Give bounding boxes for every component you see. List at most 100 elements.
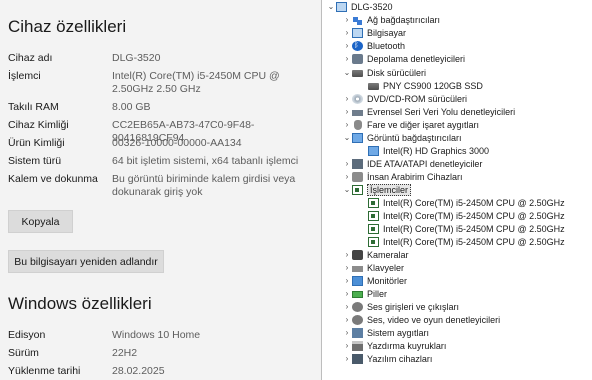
- chevron-down-icon[interactable]: ⌄: [342, 185, 352, 194]
- display-adapter-icon: [368, 145, 379, 156]
- tree-item-label: Yazdırma kuyrukları: [367, 340, 447, 351]
- display-adapter-icon: [352, 132, 363, 143]
- tree-item-monitors[interactable]: › Monitörler: [342, 274, 407, 287]
- tree-item-processors[interactable]: ⌄ İşlemciler: [342, 183, 412, 196]
- chevron-down-icon[interactable]: ⌄: [342, 68, 352, 77]
- battery-icon: [352, 290, 363, 298]
- chevron-right-icon[interactable]: ›: [342, 15, 352, 24]
- chevron-right-icon[interactable]: ›: [342, 107, 352, 116]
- tree-item-label: Yazılım cihazları: [367, 353, 433, 364]
- tree-item-mouse[interactable]: › Fare ve diğer işaret aygıtları: [342, 118, 479, 131]
- chevron-right-icon[interactable]: ›: [342, 354, 352, 363]
- chevron-right-icon[interactable]: ›: [342, 120, 352, 129]
- bluetooth-icon: [352, 40, 363, 51]
- spec-key: Kalem ve dokunma: [8, 173, 98, 185]
- disk-drive-icon: [368, 83, 379, 90]
- tree-item-label: Disk sürücüleri: [367, 67, 427, 78]
- spec-key: Sistem türü: [8, 155, 62, 167]
- processor-icon: [368, 223, 379, 234]
- tree-item-disk-drives[interactable]: ⌄ Disk sürücüleri: [342, 66, 426, 79]
- spec-key: Cihaz Kimliği: [8, 119, 69, 131]
- tree-child-cpu-3[interactable]: Intel(R) Core(TM) i5-2450M CPU @ 2.50GHz: [368, 235, 565, 248]
- tree-child-cpu-2[interactable]: Intel(R) Core(TM) i5-2450M CPU @ 2.50GHz: [368, 222, 565, 235]
- tree-item-label: Ses, video ve oyun denetleyicileri: [367, 314, 501, 325]
- tree-item-label: İşlemciler: [367, 183, 412, 196]
- chevron-right-icon[interactable]: ›: [342, 159, 352, 168]
- tree-item-label: Bilgisayar: [367, 27, 407, 38]
- tree-item-usb[interactable]: › Evrensel Seri Veri Yolu denetleyiciler…: [342, 105, 515, 118]
- spec-key: Ürün Kimliği: [8, 137, 65, 149]
- spec-key: Edisyon: [8, 329, 46, 341]
- network-icon: [352, 14, 363, 25]
- tree-item-label: Sistem aygıtları: [367, 327, 430, 338]
- print-queue-icon: [352, 340, 363, 351]
- tree-item-sound-controllers[interactable]: › Ses, video ve oyun denetleyicileri: [342, 313, 500, 326]
- tree-item-label: Piller: [367, 288, 388, 299]
- chevron-down-icon[interactable]: ⌄: [342, 133, 352, 142]
- chevron-right-icon[interactable]: ›: [342, 341, 352, 350]
- chevron-right-icon[interactable]: ›: [342, 172, 352, 181]
- tree-item-network[interactable]: › Ağ bağdaştırıcıları: [342, 13, 440, 26]
- tree-root[interactable]: ⌄ DLG-3520: [326, 0, 393, 13]
- tree-item-audio-io[interactable]: › Ses girişleri ve çıkışları: [342, 300, 459, 313]
- chevron-right-icon[interactable]: ›: [342, 302, 352, 311]
- spec-value: 64 bit işletim sistemi, x64 tabanlı işle…: [112, 155, 299, 167]
- tree-item-storage-controllers[interactable]: › Depolama denetleyicileri: [342, 52, 465, 65]
- device-specs-title: Cihaz özellikleri: [8, 17, 127, 36]
- chevron-right-icon[interactable]: ›: [342, 250, 352, 259]
- rename-pc-button[interactable]: Bu bilgisayarı yeniden adlandır: [8, 250, 164, 273]
- tree-item-print-queues[interactable]: › Yazdırma kuyrukları: [342, 339, 446, 352]
- keyboard-icon: [352, 265, 363, 272]
- chevron-right-icon[interactable]: ›: [342, 54, 352, 63]
- ide-icon: [352, 158, 363, 169]
- chevron-right-icon[interactable]: ›: [342, 315, 352, 324]
- chevron-right-icon[interactable]: ›: [342, 289, 352, 298]
- tree-item-label: Monitörler: [367, 275, 408, 286]
- computer-icon: [336, 1, 347, 12]
- tree-item-label: Ses girişleri ve çıkışları: [367, 301, 460, 312]
- tree-item-software-devices[interactable]: › Yazılım cihazları: [342, 352, 432, 365]
- tree-item-label: DVD/CD-ROM sürücüleri: [367, 93, 468, 104]
- tree-item-label: Kameralar: [367, 249, 409, 260]
- spec-value: Intel(R) Core(TM) i5-2450M CPU @ 2.50GHz…: [112, 70, 280, 95]
- tree-item-label: Ağ bağdaştırıcıları: [367, 14, 441, 25]
- monitor-icon: [352, 275, 363, 286]
- tree-child-cpu-0[interactable]: Intel(R) Core(TM) i5-2450M CPU @ 2.50GHz: [368, 196, 565, 209]
- tree-child-cpu-1[interactable]: Intel(R) Core(TM) i5-2450M CPU @ 2.50GHz: [368, 209, 565, 222]
- settings-panel: Cihaz özellikleri Cihaz adı DLG-3520 İşl…: [0, 0, 321, 380]
- tree-child-ssd[interactable]: PNY CS900 120GB SSD: [368, 79, 483, 92]
- tree-item-cameras[interactable]: › Kameralar: [342, 248, 409, 261]
- tree-item-label: Fare ve diğer işaret aygıtları: [367, 119, 480, 130]
- tree-item-label: IDE ATA/ATAPI denetleyiciler: [367, 158, 483, 169]
- copy-button[interactable]: Kopyala: [8, 210, 73, 233]
- tree-root-label: DLG-3520: [351, 1, 393, 12]
- hid-icon: [352, 171, 363, 182]
- spec-value: 28.02.2025: [112, 365, 165, 377]
- tree-item-ide[interactable]: › IDE ATA/ATAPI denetleyiciler: [342, 157, 482, 170]
- tree-item-label: Intel(R) Core(TM) i5-2450M CPU @ 2.50GHz: [383, 197, 565, 208]
- chevron-right-icon[interactable]: ›: [342, 28, 352, 37]
- tree-item-computer[interactable]: › Bilgisayar: [342, 26, 406, 39]
- tree-item-label: Görüntü bağdaştırıcıları: [367, 132, 462, 143]
- tree-child-gpu[interactable]: Intel(R) HD Graphics 3000: [368, 144, 489, 157]
- chevron-right-icon[interactable]: ›: [342, 263, 352, 272]
- chevron-right-icon[interactable]: ›: [342, 94, 352, 103]
- tree-item-keyboards[interactable]: › Klavyeler: [342, 261, 404, 274]
- tree-item-system-devices[interactable]: › Sistem aygıtları: [342, 326, 429, 339]
- usb-icon: [352, 109, 363, 116]
- dvd-icon: [352, 93, 363, 104]
- tree-item-bluetooth[interactable]: › Bluetooth: [342, 39, 405, 52]
- tree-item-label: Klavyeler: [367, 262, 405, 273]
- tree-item-label: Evrensel Seri Veri Yolu denetleyicileri: [367, 106, 516, 117]
- chevron-right-icon[interactable]: ›: [342, 41, 352, 50]
- spec-key: Sürüm: [8, 347, 39, 359]
- tree-item-dvd[interactable]: › DVD/CD-ROM sürücüleri: [342, 92, 467, 105]
- chevron-right-icon[interactable]: ›: [342, 276, 352, 285]
- tree-item-display-adapters[interactable]: ⌄ Görüntü bağdaştırıcıları: [342, 131, 462, 144]
- tree-item-batteries[interactable]: › Piller: [342, 287, 387, 300]
- chevron-right-icon[interactable]: ›: [342, 328, 352, 337]
- tree-item-hid[interactable]: › İnsan Arabirim Cihazları: [342, 170, 463, 183]
- sound-controller-icon: [352, 314, 363, 325]
- device-manager-tree: ⌄ DLG-3520 › Ağ bağdaştırıcıları › Bilgi…: [322, 0, 592, 380]
- chevron-down-icon[interactable]: ⌄: [326, 2, 336, 11]
